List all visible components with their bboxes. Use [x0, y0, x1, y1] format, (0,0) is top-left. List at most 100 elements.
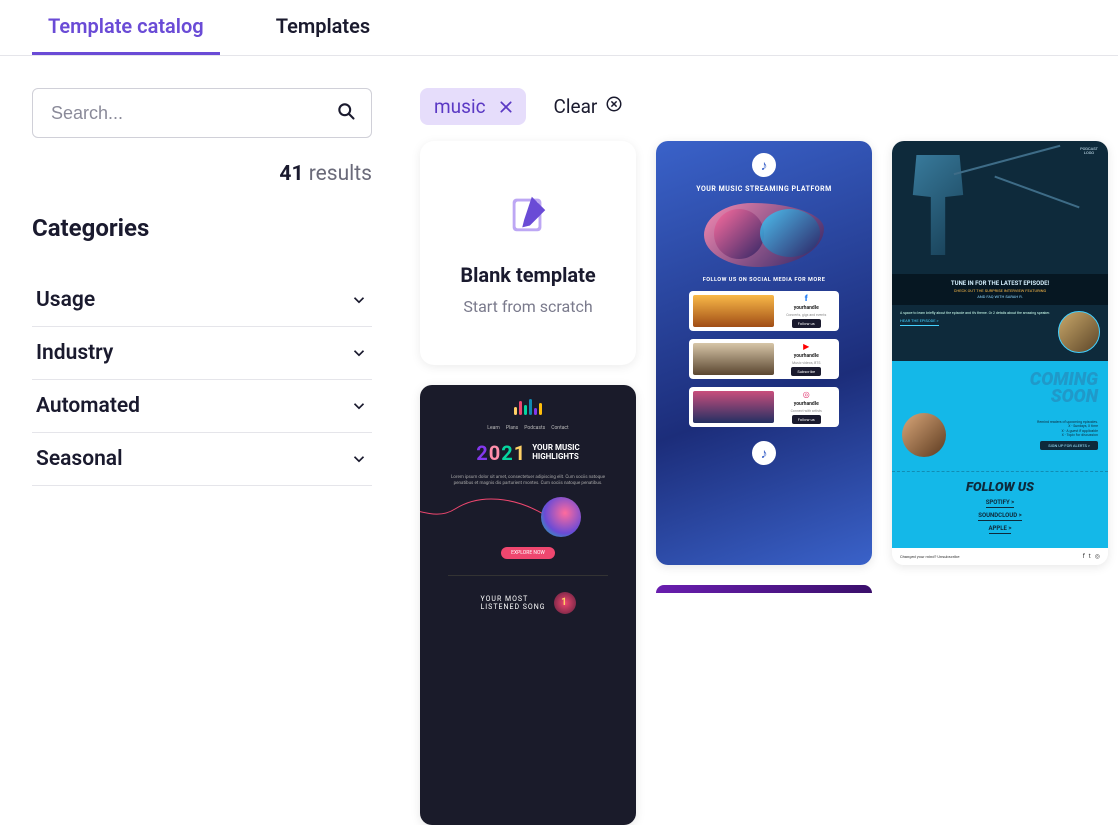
compose-icon: [505, 191, 551, 241]
thumb-nav-item: Learn: [487, 425, 500, 431]
link-apple: APPLE >: [989, 525, 1012, 534]
filter-group: Usage Industry Automated Seasonal: [32, 274, 372, 486]
card-caption: Concerts, gigs and events: [786, 313, 826, 317]
grid-col-2: ♪ YOUR MUSIC STREAMING PLATFORM FOLLOW U…: [656, 141, 872, 825]
card-caption: Music videos, BTS: [792, 361, 820, 365]
results-count-line: 41 results: [32, 162, 372, 186]
template-thumb-music-highlights[interactable]: Learn Plans Podcasts Contact 2021 YOUR M…: [420, 385, 636, 825]
sidebar: 41 results Categories Usage Industry Aut…: [32, 88, 372, 574]
filter-chip-music[interactable]: music: [420, 88, 526, 125]
feature-row: A space to learn briefly about the episo…: [892, 305, 1108, 361]
follow-button: Follow us: [792, 415, 821, 424]
filter-usage[interactable]: Usage: [32, 274, 372, 327]
follow-us-heading: FOLLOW US: [902, 480, 1098, 495]
abstract-blob-art-icon: [704, 203, 824, 267]
checkout-label: CHECK OUT THE SURPRISE INTERVIEW FEATURI…: [900, 288, 1100, 293]
follow-block: FOLLOW US SPOTIFY > SOUNDCLOUD > APPLE >: [892, 471, 1108, 548]
clear-circle-x-icon: [605, 95, 623, 118]
social-card-facebook: f yourhandle Concerts, gigs and events F…: [689, 291, 839, 331]
hear-episode-link: HEAR THE EPISODE >: [900, 318, 939, 325]
host-avatar-icon: [902, 413, 946, 457]
chip-label: music: [434, 95, 486, 118]
template-thumb-podcast[interactable]: PODCAST LOGO TUNE IN FOR THE LATEST EPIS…: [892, 141, 1108, 565]
year-2021: 2021: [476, 441, 526, 465]
filter-seasonal[interactable]: Seasonal: [32, 433, 372, 486]
chevron-down-icon: [350, 450, 368, 468]
clear-label: Clear: [554, 95, 598, 118]
facebook-icon: f: [805, 294, 808, 303]
handle: yourhandle: [794, 305, 819, 311]
thumb-blurb: Lorem ipsum dolor sit amet, consectetuer…: [443, 475, 613, 487]
template-thumb-streaming[interactable]: ♪ YOUR MUSIC STREAMING PLATFORM FOLLOW U…: [656, 141, 872, 565]
categories-heading: Categories: [32, 214, 372, 242]
guitar-image: [693, 343, 774, 375]
search-wrap: [32, 88, 372, 138]
template-thumb-peek[interactable]: [656, 585, 872, 593]
twitter-icon: t: [1089, 553, 1091, 560]
social-card-instagram: ◎ yourhandle Connect with artists Follow…: [689, 387, 839, 427]
thumb-headline: YOUR MUSIC HIGHLIGHTS: [532, 444, 580, 462]
concert-image: [693, 295, 774, 327]
podcast-logo: PODCAST LOGO: [1080, 147, 1098, 156]
tab-template-catalog[interactable]: Template catalog: [32, 0, 220, 55]
filter-automated[interactable]: Automated: [32, 380, 372, 433]
handle: yourhandle: [794, 353, 819, 359]
thumb-subtitle: FOLLOW US ON SOCIAL MEDIA FOR MORE: [703, 277, 826, 283]
blank-template-card[interactable]: Blank template Start from scratch: [420, 141, 636, 365]
clear-filters-button[interactable]: Clear: [554, 95, 624, 118]
subscribe-button: Subscribe: [791, 367, 821, 376]
music-note-icon: ♪: [752, 153, 776, 177]
featuring-sub: AND FAQ WITH SARAH R.: [900, 294, 1100, 299]
coming-soon-heading: COMING SOON: [902, 371, 1098, 405]
follow-button: Follow us: [792, 319, 821, 328]
explore-now-button: EXPLORE NOW: [501, 547, 555, 559]
thumb-nav-item: Plans: [506, 425, 518, 431]
thumb-nav-item: Contact: [551, 425, 568, 431]
feature-text: A space to learn briefly about the episo…: [900, 311, 1052, 353]
feature-copy: A space to learn briefly about the episo…: [900, 311, 1050, 315]
divider: [448, 575, 608, 576]
music-note-icon: ♪: [752, 441, 776, 465]
mic-arm-icon: [952, 151, 1072, 211]
chevron-down-icon: [350, 291, 368, 309]
template-grid: Blank template Start from scratch Learn …: [420, 141, 1108, 825]
squiggle-icon: [475, 505, 535, 529]
close-icon[interactable]: [498, 99, 514, 115]
search-input[interactable]: [32, 88, 372, 138]
social-card-youtube: ▶ yourhandle Music videos, BTS Subscribe: [689, 339, 839, 379]
guest-avatar-icon: [1058, 311, 1100, 353]
content-area: 41 results Categories Usage Industry Aut…: [0, 56, 1118, 606]
filter-label: Industry: [36, 341, 113, 365]
hero-band: TUNE IN FOR THE LATEST EPISODE! CHECK OU…: [892, 274, 1108, 305]
grid-col-3: PODCAST LOGO TUNE IN FOR THE LATEST EPIS…: [892, 141, 1108, 825]
filter-label: Automated: [36, 394, 140, 418]
main: music Clear: [420, 88, 1108, 574]
thumb-footer: Changed your mind? Unsubscribe f t ◎: [892, 548, 1108, 565]
filter-label: Usage: [36, 288, 95, 312]
footer-social-icons: f t ◎: [1083, 553, 1100, 560]
headphones-art-icon: [541, 497, 581, 537]
filter-industry[interactable]: Industry: [32, 327, 372, 380]
instagram-icon: ◎: [1095, 553, 1100, 560]
dj-image: [693, 391, 774, 423]
facebook-icon: f: [1083, 553, 1085, 560]
active-filters: music Clear: [420, 88, 1108, 125]
tab-templates[interactable]: Templates: [260, 0, 386, 55]
handle: yourhandle: [794, 401, 819, 407]
results-count: 41: [279, 162, 303, 186]
tabs-bar: Template catalog Templates: [0, 0, 1118, 56]
tune-in-label: TUNE IN FOR THE LATEST EPISODE!: [900, 280, 1100, 287]
grid-col-1: Blank template Start from scratch Learn …: [420, 141, 636, 825]
blank-title: Blank template: [460, 263, 595, 287]
instagram-icon: ◎: [803, 390, 810, 399]
coming-soon-block: COMING SOON Remind readers of upcoming e…: [892, 361, 1108, 471]
chevron-down-icon: [350, 397, 368, 415]
podcast-hero: PODCAST LOGO TUNE IN FOR THE LATEST EPIS…: [892, 141, 1108, 305]
link-spotify: SPOTIFY >: [986, 499, 1015, 508]
results-label: results: [304, 162, 373, 186]
meta-text: Remind readers of upcoming episodes. X -…: [1037, 420, 1098, 438]
coming-meta: Remind readers of upcoming episodes. X -…: [954, 420, 1098, 450]
equalizer-icon: [514, 399, 542, 415]
unsubscribe-text: Changed your mind? Unsubscribe: [900, 554, 960, 559]
link-soundcloud: SOUNDCLOUD >: [978, 512, 1021, 521]
